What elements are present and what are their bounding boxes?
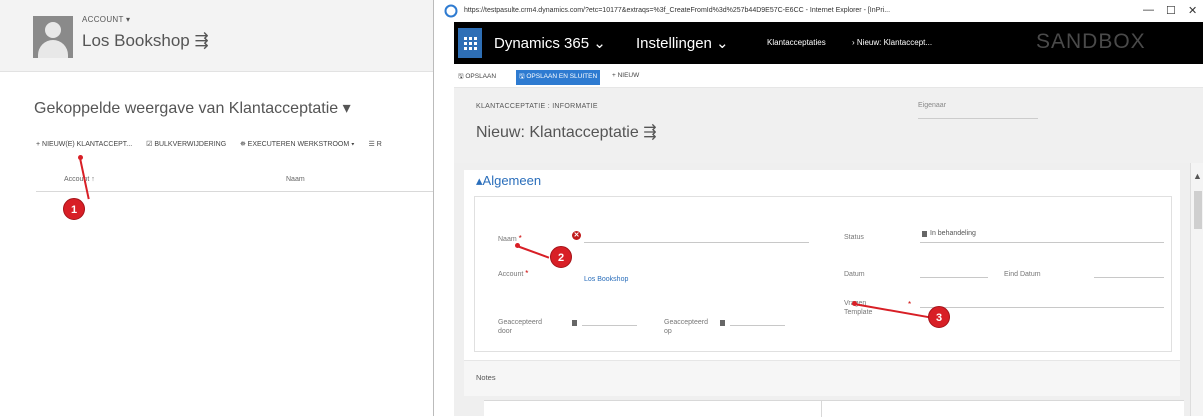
lock-icon xyxy=(720,320,725,326)
associated-view-title[interactable]: Gekoppelde weergave van Klantacceptatie … xyxy=(34,98,351,118)
eind-datum-label: Eind Datum xyxy=(1004,271,1041,278)
dynamics-nav-bar: Dynamics 365 ⌄ Instellingen ⌄ Klantaccep… xyxy=(454,22,1203,64)
ie-popup-window: https://testpasulte.crm4.dynamics.com/?e… xyxy=(433,0,1203,417)
app-launcher-icon[interactable] xyxy=(458,28,482,58)
notes-title[interactable]: Notes xyxy=(476,373,496,382)
account-lookup-value[interactable]: Los Bookshop xyxy=(584,276,628,283)
save-button[interactable]: 🖫 OPSLAAN xyxy=(458,72,496,83)
report-button[interactable]: ☰ R xyxy=(368,140,381,148)
naam-label: Naam * xyxy=(498,234,522,243)
new-customer-acceptance-button[interactable]: + NIEUW(E) KLANTACCEPT... xyxy=(36,141,132,148)
form-entity-label[interactable]: KLANTACCEPTATIE : INFORMATIE xyxy=(476,103,598,110)
minimize-button[interactable]: — xyxy=(1143,4,1154,16)
datum-input[interactable] xyxy=(920,277,988,278)
marker-3: 3 xyxy=(928,306,950,328)
accepted-by-input[interactable] xyxy=(582,325,637,326)
lock-icon xyxy=(572,320,577,326)
section-algemeen: ▴Algemeen Naam * ✕ Account * Los Booksho… xyxy=(464,170,1180,360)
run-workflow-button[interactable]: ⛯ EXECUTEREN WERKSTROOM ▾ xyxy=(240,141,354,149)
owner-label: Eigenaar xyxy=(918,102,947,109)
vragen-template-input[interactable] xyxy=(920,307,1164,308)
bulk-delete-button[interactable]: ☑ BULKVERWIJDERING xyxy=(146,140,226,148)
section-title[interactable]: ▴Algemeen xyxy=(476,173,541,189)
notes-tab-activities[interactable] xyxy=(484,401,822,417)
form-header: KLANTACCEPTATIE : INFORMATIE Nieuw: Klan… xyxy=(454,88,1203,163)
accepted-by-label: Geaccepteerd door xyxy=(498,319,542,335)
account-entity-label[interactable]: ACCOUNT ▾ xyxy=(82,15,130,24)
command-bar: 🖫 OPSLAAN 🖫 OPSLAAN EN SLUITEN + NIEUW xyxy=(454,64,1203,88)
nav-instellingen[interactable]: Instellingen ⌄ xyxy=(636,34,729,52)
maximize-button[interactable]: ☐ xyxy=(1166,4,1176,17)
breadcrumb-klantacceptaties[interactable]: Klantacceptaties xyxy=(767,38,826,47)
status-field[interactable] xyxy=(920,242,1164,243)
account-avatar xyxy=(33,16,73,58)
required-marker: * xyxy=(908,300,912,309)
select-all-checkbox[interactable] xyxy=(38,174,50,186)
marker-2: 2 xyxy=(550,246,572,268)
breadcrumb-new-record[interactable]: › Nieuw: Klantaccept... xyxy=(852,38,932,47)
column-naam[interactable]: Naam xyxy=(286,176,305,183)
error-icon: ✕ xyxy=(572,231,581,240)
ie-titlebar: https://testpasulte.crm4.dynamics.com/?e… xyxy=(434,0,1203,22)
sandbox-label: SANDBOX xyxy=(1036,30,1146,53)
notes-section: Notes xyxy=(464,360,1180,396)
scroll-up-icon[interactable]: ▲ xyxy=(1193,171,1202,181)
marker-1: 1 xyxy=(63,198,85,220)
account-label: Account * xyxy=(498,269,529,278)
record-name[interactable]: Nieuw: Klantacceptatie ⇶ xyxy=(476,122,657,142)
section-frame xyxy=(474,196,1172,352)
scroll-thumb[interactable] xyxy=(1194,191,1202,229)
accepted-on-label: Geaccepteerd op xyxy=(664,319,708,335)
account-header: ACCOUNT ▾ Los Bookshop ⇶ xyxy=(0,0,460,72)
naam-input[interactable] xyxy=(584,242,809,243)
form-scrollbar[interactable]: ▲ xyxy=(1190,163,1203,416)
subgrid-toolbar: + NIEUW(E) KLANTACCEPT... ☑ BULKVERWIJDE… xyxy=(36,140,456,154)
ie-url[interactable]: https://testpasulte.crm4.dynamics.com/?e… xyxy=(464,7,890,14)
save-and-close-button[interactable]: 🖫 OPSLAAN EN SLUITEN xyxy=(516,70,601,85)
new-button[interactable]: + NIEUW xyxy=(612,72,639,79)
column-account[interactable]: Account ↑ xyxy=(64,176,95,183)
ie-icon xyxy=(444,4,458,18)
dynamics-brand[interactable]: Dynamics 365 ⌄ xyxy=(494,34,606,52)
close-button[interactable]: ✕ xyxy=(1188,4,1197,17)
grid-column-header: Account ↑ Naam xyxy=(36,168,454,192)
status-label: Status xyxy=(844,234,864,241)
lock-icon xyxy=(922,231,927,237)
accepted-on-input[interactable] xyxy=(730,325,785,326)
notes-tabs xyxy=(484,400,1184,417)
datum-label: Datum xyxy=(844,271,865,278)
owner-field[interactable] xyxy=(918,118,1038,119)
status-value: In behandeling xyxy=(930,230,976,237)
eind-datum-input[interactable] xyxy=(1094,277,1164,278)
account-name[interactable]: Los Bookshop ⇶ xyxy=(82,31,209,51)
